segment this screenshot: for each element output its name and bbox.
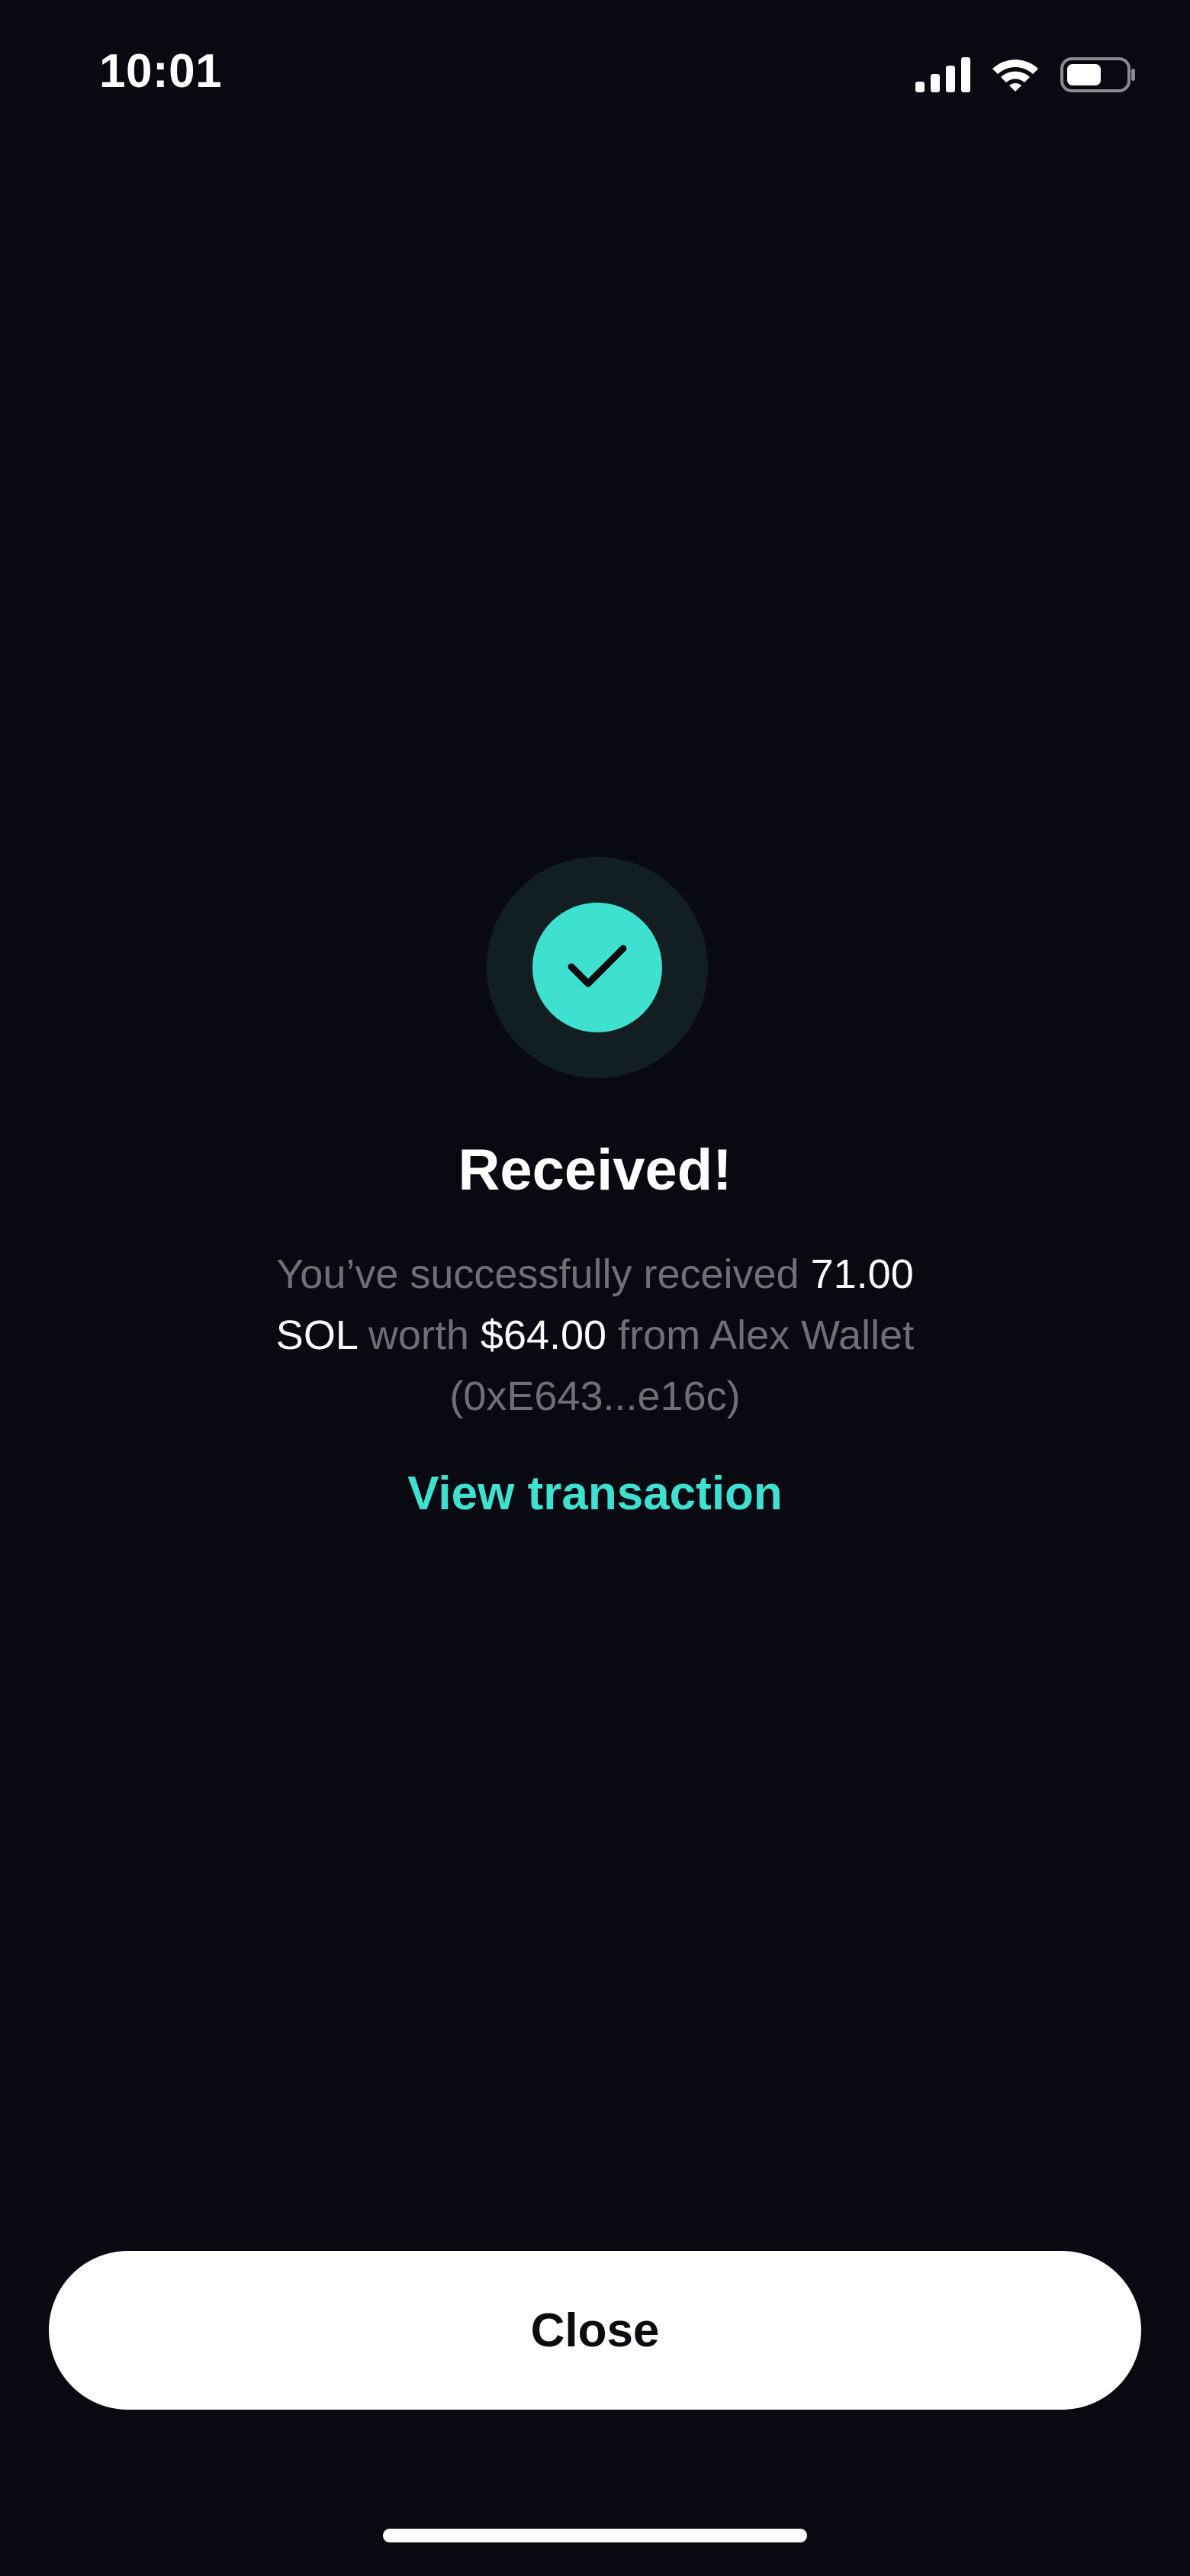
receipt-message: You’ve successfully received 71.00 SOL w… — [252, 1244, 938, 1427]
received-value: $64.00 — [480, 1312, 607, 1358]
success-badge-inner — [532, 903, 662, 1032]
message-prefix: You’ve successfully received — [276, 1251, 811, 1297]
status-time: 10:01 — [99, 45, 223, 98]
wifi-icon — [990, 56, 1040, 93]
home-indicator[interactable] — [383, 2529, 807, 2542]
cellular-signal-icon — [915, 57, 970, 92]
status-bar: 10:01 — [0, 0, 1190, 145]
success-badge — [487, 857, 708, 1078]
battery-icon — [1060, 56, 1137, 93]
status-icons — [915, 52, 1137, 98]
view-transaction-link[interactable]: View transaction — [0, 1467, 1190, 1521]
checkmark-icon — [565, 941, 629, 995]
close-button[interactable]: Close — [49, 2251, 1141, 2410]
page-title: Received! — [458, 1138, 732, 1203]
message-worth-label: worth — [356, 1312, 481, 1358]
